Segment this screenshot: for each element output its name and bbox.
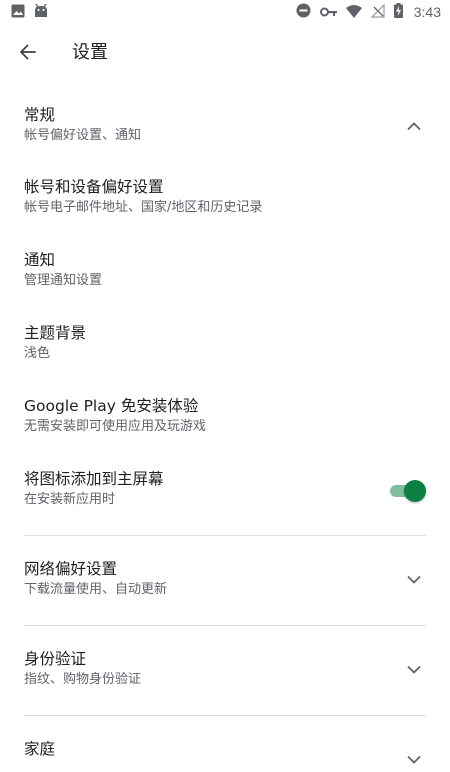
family-title: 家庭 [24,740,56,758]
network-title: 网络偏好设置 [24,560,118,578]
theme-item[interactable]: 主题背景 浅色 [24,323,426,363]
do-not-disturb-icon [296,3,311,22]
add-icon-item[interactable]: 将图标添加到主屏幕 在安装新应用时 [24,469,426,509]
account-preferences-item[interactable]: 帐号和设备偏好设置 帐号电子邮件地址、国家/地区和历史记录 [24,177,426,217]
auth-section-header[interactable]: 身份验证 指纹、购物身份验证 [24,649,426,689]
divider [24,625,426,626]
theme-subtitle: 浅色 [24,346,51,361]
no-signal-icon [370,2,385,22]
notifications-subtitle: 管理通知设置 [24,273,103,288]
app-bar: 设置 [0,24,450,80]
status-bar: 3:43 [0,0,450,24]
auth-subtitle: 指纹、购物身份验证 [24,672,142,687]
add-icon-title: 将图标添加到主屏幕 [24,470,164,488]
general-title: 常规 [24,106,56,124]
add-icon-subtitle: 在安装新应用时 [24,492,116,507]
chevron-down-icon[interactable] [402,658,426,682]
back-button[interactable] [16,40,40,64]
family-section-header[interactable]: 家庭 [24,739,426,764]
image-icon [11,3,25,22]
status-bar-right: 3:43 [296,2,441,22]
account-preferences-title: 帐号和设备偏好设置 [24,178,164,196]
general-section-header[interactable]: 常规 帐号偏好设置、通知 [24,105,426,145]
notifications-item[interactable]: 通知 管理通知设置 [24,250,426,290]
battery-charging-icon [393,2,403,22]
page-title: 设置 [72,42,108,62]
network-subtitle: 下载流量使用、自动更新 [24,582,168,597]
network-section-header[interactable]: 网络偏好设置 下载流量使用、自动更新 [24,559,426,599]
chevron-down-icon[interactable] [402,748,426,772]
chevron-down-icon[interactable] [402,568,426,592]
vpn-key-icon [319,3,337,22]
status-bar-left [11,3,48,22]
wifi-icon [345,3,362,22]
general-subtitle: 帐号偏好设置、通知 [24,128,142,143]
theme-title: 主题背景 [24,324,87,342]
status-time: 3:43 [413,4,441,20]
divider [24,715,426,716]
instant-apps-item[interactable]: Google Play 免安装体验 无需安装即可使用应用及玩游戏 [24,396,426,436]
arrow-back-icon [18,42,38,62]
chevron-up-icon[interactable] [402,114,426,138]
android-icon [34,3,48,22]
divider [24,535,426,536]
notifications-title: 通知 [24,251,56,269]
toggle-thumb [404,480,426,502]
account-preferences-subtitle: 帐号电子邮件地址、国家/地区和历史记录 [24,200,263,215]
auth-title: 身份验证 [24,650,87,668]
instant-apps-subtitle: 无需安装即可使用应用及玩游戏 [24,419,207,434]
add-icon-toggle[interactable] [390,480,426,502]
instant-apps-title: Google Play 免安装体验 [24,397,199,415]
